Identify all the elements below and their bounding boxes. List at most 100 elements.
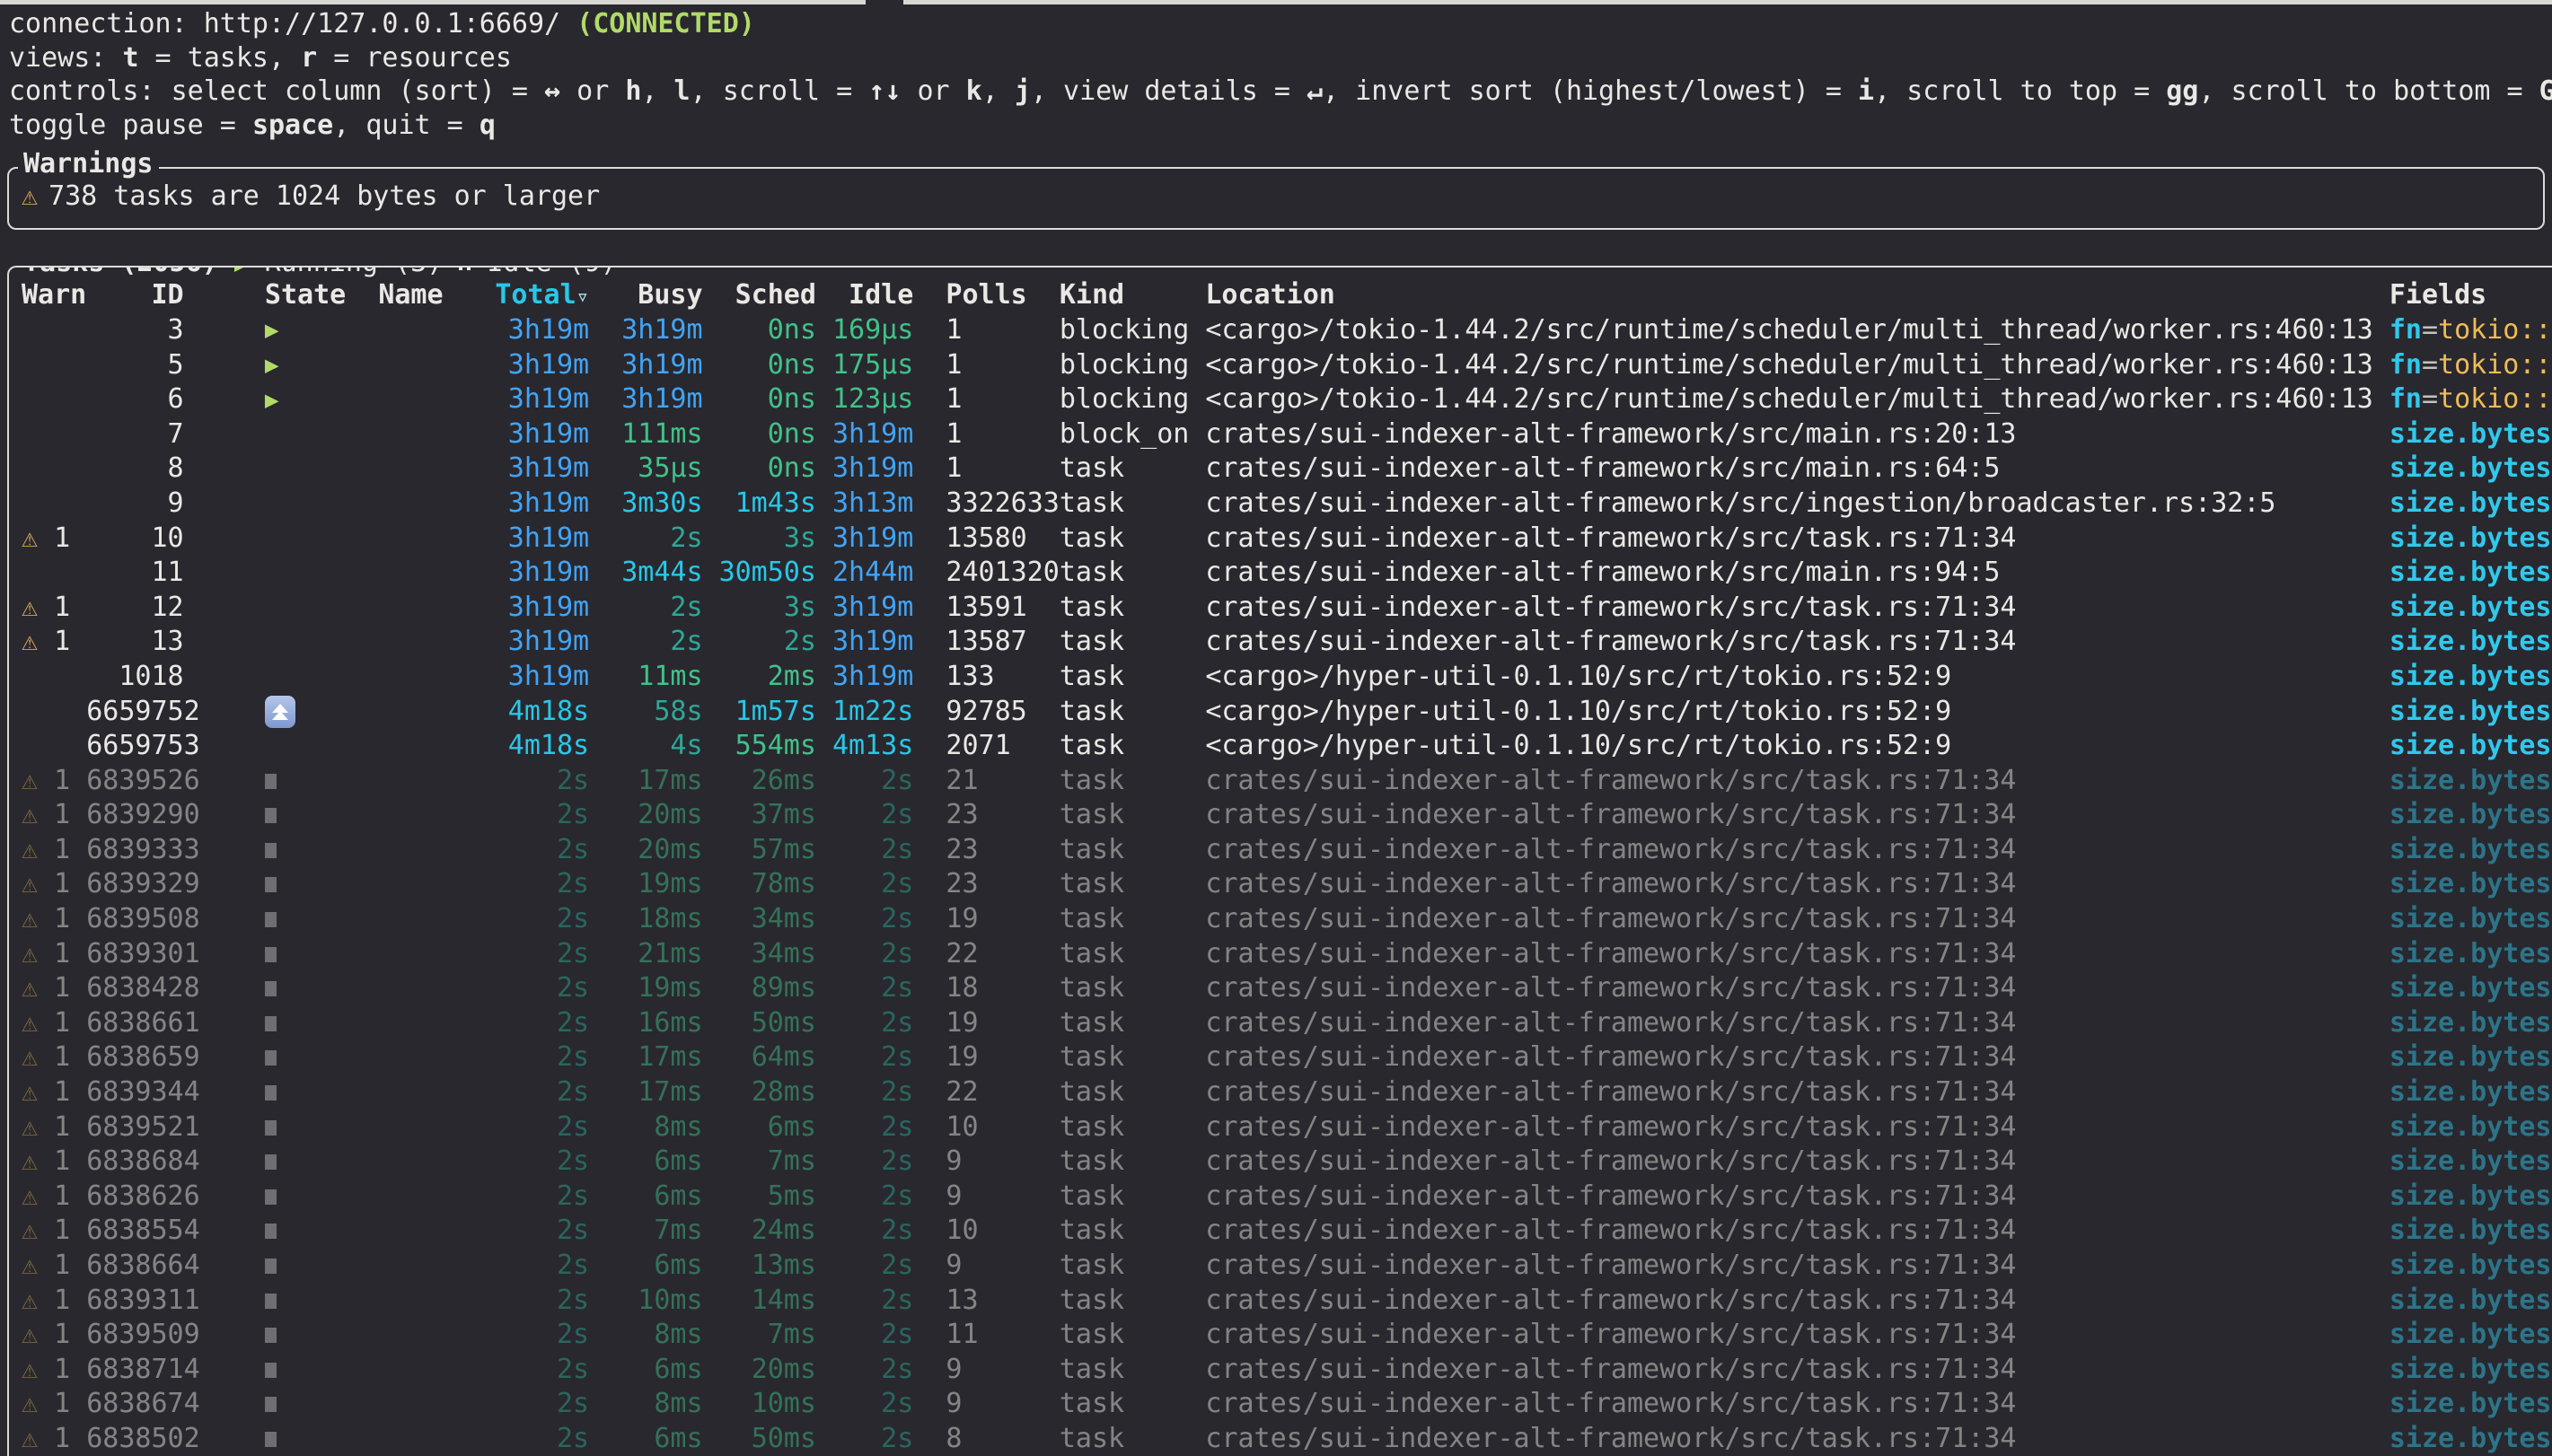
task-row[interactable]: 66597524m18s58s1m57s1m22s92785task<cargo… [22,695,2552,730]
column-header-name[interactable]: Name [378,278,491,313]
column-header-state[interactable]: State [265,278,378,313]
cell-polls: 1 [929,382,1059,417]
key-hint: h [625,75,641,107]
sched-duration: 2s [784,626,816,657]
task-row[interactable]: ⚠ 168384282s19ms89ms2s18taskcrates/sui-i… [22,971,2552,1006]
cell-id: 7 [86,417,183,452]
cell-location: <cargo>/hyper-util-0.1.10/src/rt/tokio.r… [1205,695,2389,730]
cell-id: 6839290 [86,798,183,833]
sched-duration: 10ms [752,1388,816,1419]
column-header-fields[interactable]: Fields [2389,278,2552,313]
task-row[interactable]: 5▶3h19m3h19m0ns175µs1blocking<cargo>/tok… [22,348,2552,383]
cell-polls: 1 [929,452,1059,487]
column-header-kind[interactable]: Kind [1060,278,1206,313]
cell-id: 6 [86,382,183,417]
completed-icon [265,1432,277,1447]
field-value: tokio::r [2438,383,2552,415]
cell-kind: task [1060,1180,1206,1215]
cell-location: crates/sui-indexer-alt-framework/src/tas… [1205,1422,2389,1456]
cell-sched: 2s [703,625,816,660]
field-key: size.bytes [2389,1076,2552,1108]
task-row[interactable]: ⚠ 168385022s6ms50ms2s8taskcrates/sui-ind… [22,1422,2552,1456]
tokio-console-screen: connection: http://127.0.0.1:6669/ (CONN… [0,0,2552,1456]
column-header-warn[interactable]: Warn [22,278,86,313]
cell-location: crates/sui-indexer-alt-framework/src/tas… [1205,591,2389,626]
cell-sched: 20ms [703,1353,816,1388]
column-header-id[interactable]: ID [86,278,183,313]
task-row[interactable]: ⚠ 168395262s17ms26ms2s21taskcrates/sui-i… [22,764,2552,799]
column-header-polls[interactable]: Polls [929,278,1059,313]
sched-duration: 7ms [768,1319,816,1350]
field-value: tokio::r [2438,314,2552,346]
task-row[interactable]: ⚠ 168386592s17ms64ms2s19taskcrates/sui-i… [22,1040,2552,1075]
task-row[interactable]: ⚠ 168386842s6ms7ms2s9taskcrates/sui-inde… [22,1145,2552,1180]
cell-total: 3h19m [492,487,589,522]
hint-text: , [641,75,673,107]
task-row[interactable]: 3▶3h19m3h19m0ns169µs1blocking<cargo>/tok… [22,313,2552,348]
cell-sched: 0ns [703,452,816,487]
cell-total: 2s [492,867,589,902]
cell-state [265,1075,378,1110]
column-header-total[interactable]: Total▿ [492,278,589,314]
total-duration: 3h19m [508,626,589,657]
cell-idle: 2s [816,902,913,937]
cell-id: 6839526 [86,764,183,799]
task-row[interactable]: ⚠ 168386262s6ms5ms2s9taskcrates/sui-inde… [22,1180,2552,1215]
field-key: size.bytes [2389,626,2552,657]
task-row[interactable]: ⚠ 168387142s6ms20ms2s9taskcrates/sui-ind… [22,1353,2552,1388]
task-row[interactable]: ⚠ 1103h19m2s3s3h19m13580taskcrates/sui-i… [22,522,2552,557]
total-duration: 2s [557,1388,589,1419]
task-row[interactable]: 93h19m3m30s1m43s3h13m3322633taskcrates/s… [22,487,2552,522]
field-key: size.bytes [2389,487,2552,519]
cell-busy: 19ms [589,867,702,902]
task-row[interactable]: ⚠ 168386742s8ms10ms2s9taskcrates/sui-ind… [22,1387,2552,1422]
table-header-row: WarnID StateNameTotal▿BusySchedIdle PollsK… [22,278,2552,313]
cell-kind: task [1060,452,1206,487]
total-duration: 3h19m [508,383,589,415]
column-header-busy[interactable]: Busy [589,278,702,313]
field-key: fn [2389,349,2422,381]
toggle-line: toggle pause = space, quit = q [9,109,2552,143]
warning-icon: ⚠ [22,592,38,623]
task-row[interactable]: ⚠ 168395082s18ms34ms2s19taskcrates/sui-i… [22,902,2552,937]
task-row[interactable]: ⚠ 1133h19m2s2s3h19m13587taskcrates/sui-i… [22,625,2552,660]
cell-location: crates/sui-indexer-alt-framework/src/tas… [1205,625,2389,660]
task-row[interactable]: 73h19m111ms0ns3h19m1block_oncrates/sui-i… [22,417,2552,452]
cell-warn: ⚠ 1 [22,798,86,833]
task-row[interactable]: ⚠ 168395212s8ms6ms2s10taskcrates/sui-ind… [22,1110,2552,1145]
task-row[interactable]: ⚠ 168386612s16ms50ms2s19taskcrates/sui-i… [22,1006,2552,1041]
key-hint: ↵ [1307,75,1323,107]
task-row[interactable]: ⚠ 168393112s10ms14ms2s13taskcrates/sui-i… [22,1284,2552,1319]
task-row[interactable]: 66597534m18s4s554ms4m13s2071task<cargo>/… [22,729,2552,764]
task-row[interactable]: ⚠ 168395092s8ms7ms2s11taskcrates/sui-ind… [22,1318,2552,1353]
sched-duration: 0ns [768,383,816,415]
cell-id: 6659752 [86,695,183,730]
idle-duration: 4m13s [832,730,913,761]
field-key: fn [2389,314,2422,346]
column-header-idle[interactable]: Idle [816,278,913,313]
task-row[interactable]: ⚠ 168393332s20ms57ms2s23taskcrates/sui-i… [22,833,2552,868]
controls-line: controls: select column (sort) = ↔ or h,… [9,75,2552,109]
task-row[interactable]: 6▶3h19m3h19m0ns123µs1blocking<cargo>/tok… [22,382,2552,417]
cell-polls: 3322633 [929,487,1059,522]
cell-state [265,902,378,937]
task-row[interactable]: ⚠ 1123h19m2s3s3h19m13591taskcrates/sui-i… [22,591,2552,626]
task-row[interactable]: 83h19m35µs0ns3h19m1taskcrates/sui-indexe… [22,452,2552,487]
cell-sched: 78ms [703,867,816,902]
task-row[interactable]: ⚠ 168386642s6ms13ms2s9taskcrates/sui-ind… [22,1249,2552,1284]
task-row[interactable]: 113h19m3m44s30m50s2h44m2401320taskcrates… [22,556,2552,591]
task-row[interactable]: ⚠ 168393442s17ms28ms2s22taskcrates/sui-i… [22,1075,2552,1110]
sched-duration: 34ms [752,903,816,934]
task-row[interactable]: 10183h19m11ms2ms3h19m133task<cargo>/hype… [22,660,2552,695]
column-header-loc[interactable]: Location [1205,278,2389,313]
task-row[interactable]: ⚠ 168393292s19ms78ms2s23taskcrates/sui-i… [22,867,2552,902]
task-row[interactable]: ⚠ 168385542s7ms24ms2s10taskcrates/sui-in… [22,1214,2552,1249]
column-header-sched[interactable]: Sched [703,278,816,313]
task-row[interactable]: ⚠ 168392902s20ms37ms2s23taskcrates/sui-i… [22,798,2552,833]
field-key: size.bytes [2389,1007,2552,1039]
task-row[interactable]: ⚠ 168393012s21ms34ms2s22taskcrates/sui-i… [22,937,2552,972]
idle-duration: 2s [881,1215,913,1246]
cell-id: 6838674 [86,1387,183,1422]
field-key: size.bytes [2389,1041,2552,1073]
cell-warn: ⚠ 1 [22,867,86,902]
